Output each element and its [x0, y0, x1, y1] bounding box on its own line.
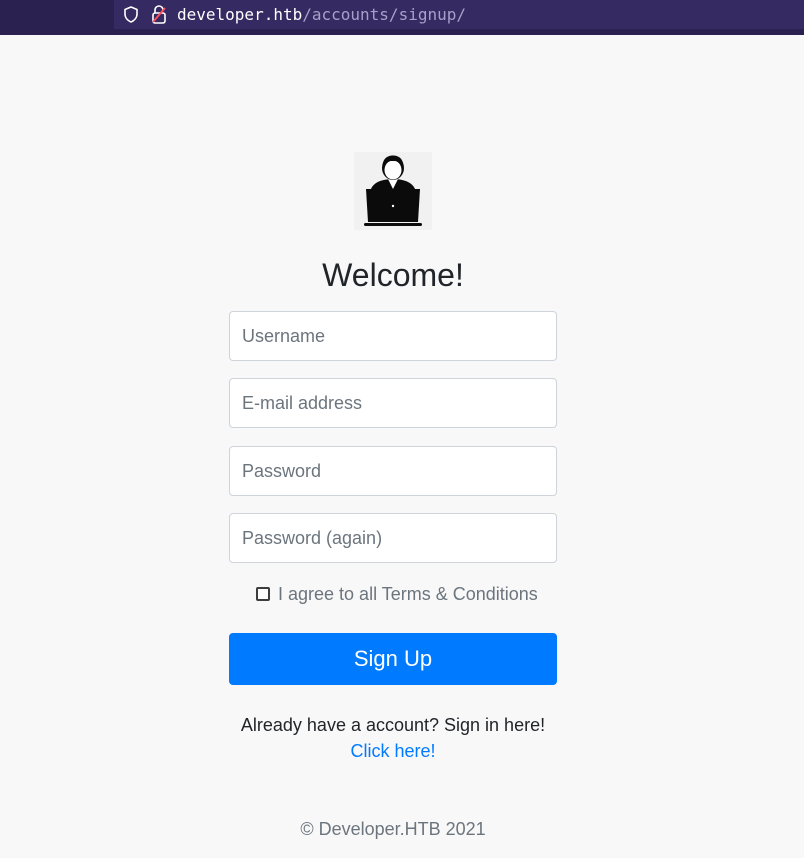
url-host: developer.htb	[177, 5, 303, 24]
already-have-account-text: Already have a account? Sign in here!	[240, 715, 546, 735]
lock-icon[interactable]	[151, 5, 167, 24]
sign-up-button[interactable]: Sign Up	[229, 633, 557, 685]
password-again-input[interactable]	[229, 513, 557, 563]
shield-icon[interactable]	[123, 6, 139, 23]
url-text: developer.htb/accounts/signup/	[177, 5, 466, 24]
email-input[interactable]	[229, 378, 557, 428]
url-path: /accounts/signup/	[302, 5, 466, 24]
developer-laptop-icon	[354, 152, 432, 230]
footer-copyright: © Developer.HTB 2021	[300, 819, 486, 839]
username-input[interactable]	[229, 311, 557, 361]
page-title: Welcome!	[322, 257, 464, 293]
terms-agreement: I agree to all Terms & Conditions	[256, 583, 538, 605]
terms-checkbox[interactable]	[256, 587, 270, 601]
password-input[interactable]	[229, 446, 557, 496]
terms-label[interactable]: I agree to all Terms & Conditions	[278, 583, 538, 605]
click-here-link[interactable]: Click here!	[350, 741, 435, 761]
sign-in-link-row: Click here!	[193, 740, 593, 762]
